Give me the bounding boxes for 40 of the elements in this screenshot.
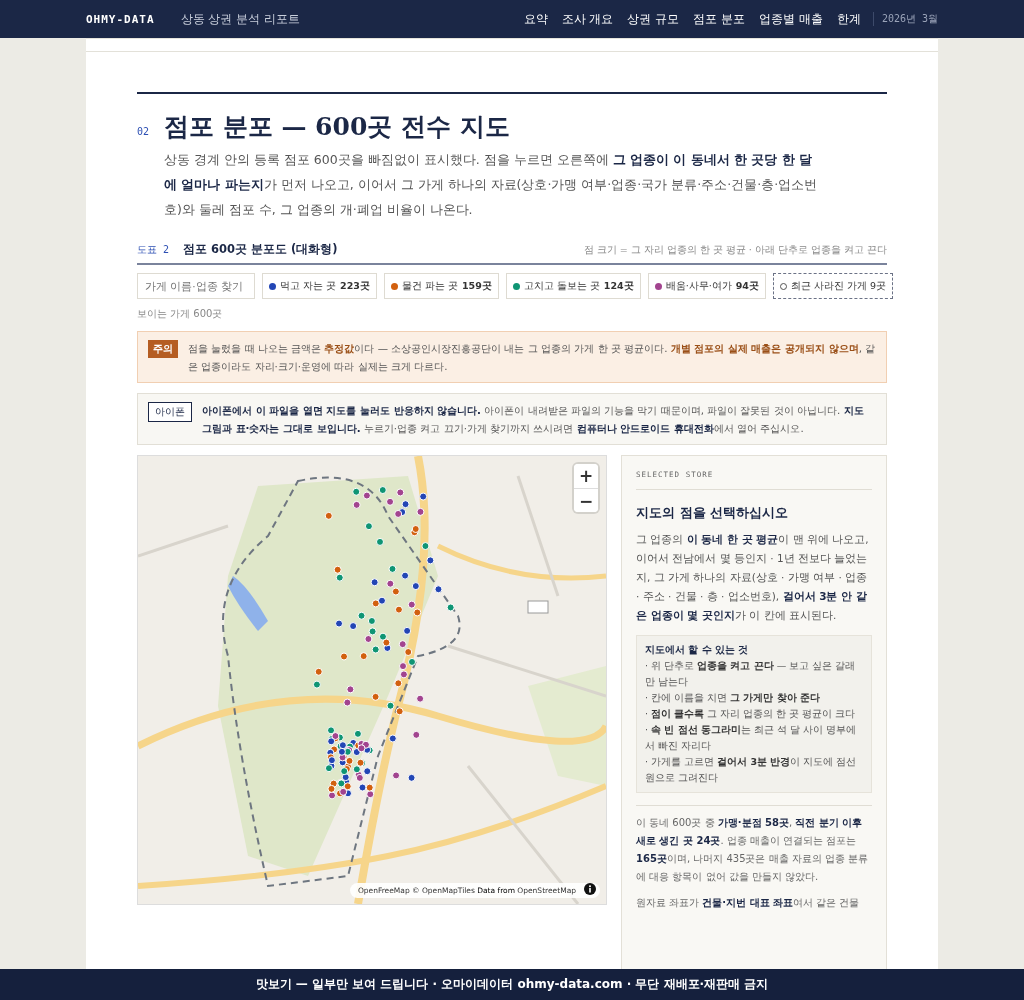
filter-chip[interactable]: 최근 사라진 가게 9곳 [772, 273, 894, 299]
search-field[interactable]: 가게 이름·업종 찾기 [137, 273, 255, 299]
tip-item: · 칸에 이름을 치면 그 가게만 찾아 준다 [645, 691, 822, 705]
notice-badge: 아이폰 [148, 402, 192, 422]
tip-item: · 속 빈 점선 동그라미는 최근 석 달 사이 명부에서 빠진 자리다 [645, 723, 858, 753]
panel-title: 지도의 점을 선택하십시오 [636, 504, 790, 522]
filter-chip[interactable]: 배움·사무·여가 94곳 [647, 273, 766, 299]
tips-title: 지도에서 할 수 있는 것 [645, 643, 750, 657]
nav-link[interactable]: 점포 분포 [693, 10, 746, 28]
tip-item: · 가게를 고르면 걸어서 3분 반경이 지도에 점선 원으로 그려진다 [645, 755, 858, 785]
preview-banner: 맛보기 — 일부만 보여 드립니다 · 오마이데이터 ohmy-data.com · 무단 재배포·재판매 금지 [0, 969, 1024, 1000]
nav-link[interactable]: 상권 규모 [627, 10, 680, 28]
tip-item: · 점이 클수록 그 자리 업종의 한 곳 평균이 크다 [645, 707, 857, 721]
filter-chip[interactable]: 고치고 돌보는 곳 124곳 [505, 273, 641, 299]
nav-link[interactable]: 업종별 매출 [759, 10, 823, 28]
nav-link[interactable]: 한계 [836, 10, 861, 28]
report-subtitle: 상동 상권 분석 리포트 [180, 10, 301, 28]
zoom-out-button[interactable]: − [574, 488, 598, 512]
panel-note: 이 동네 600곳 중 가맹·분점 58곳, 직전 분기 이후 새로 생긴 곳 24곳. 업종 매출이 연결되는 점포는 165곳이며, 나머지 435곳은 매출 자료의 업종 분류에 대응 항목이 없어 값을 만들지 않았다. [636, 816, 870, 884]
panel-text: 그 업종의 이 동네 한 곳 평균이 맨 위에 나오고, 이어서 전남에서 몇 등인지 · 1년 전보다 늘었는지, 그 가게 하나의 자료(상호 · 가맹 여부 · 업종 · 주소 · 건물 · 층 · 업소번호), 걸어서 3분 안 같은 업종이 몇 곳인지가 이 칸에 표시된다. [636, 532, 870, 623]
filter-chip[interactable]: 먹고 자는 곳 223곳 [262, 273, 377, 299]
notice-text: 아이폰에서 이 파일을 열면 지도를 눌러도 반응하지 않습니다. 아이폰이 내려받은 파일의 기능을 막기 때문이며, 파일이 잘못된 것이 아닙니다. 지도 그림과 표·숫자는 그대로 보입니다. 누르기·업종 켜고 끄기·가게 찾기까지 쓰시려면 컴퓨터나 안드로이드 휴대전화에서 열어 주십시오. [202, 403, 865, 436]
visible-count: 보이는 가게 600곳 [137, 307, 224, 321]
figure-label: 도표 2 [137, 243, 170, 257]
logo[interactable]: OHMY-DATA [86, 12, 155, 26]
nav-link[interactable]: 조사 개요 [561, 10, 614, 28]
notice-text: 점을 눌렀을 때 나오는 금액은 추정값이다 — 소상공인시장진흥공단이 내는 그 업종의 가게 한 곳 평균이다. 개별 점포의 실제 매출은 공개되지 않으며, 같은 업종이라도 자리·크기·운영에 따라 실제는 크게 다르다. [188, 341, 876, 374]
intro-paragraph: 상동 경계 안의 등록 점포 600곳을 빠짐없이 표시했다. 점을 누르면 오른쪽에 그 업종이 이 동네서 한 곳당 한 달에 얼마나 파는지가 먼저 나오고, 이어서 그 가게 하나의 자료(상호·가맹 여부·업종·국가 분류·주소·건물·층·업소번호)와 둘레 점포 수, 그 업종의 개·폐업 비율이 나온다. [164, 151, 819, 219]
info-icon[interactable] [584, 883, 596, 895]
section-number: 02 [137, 126, 150, 137]
section-title: 점포 분포 — 600곳 전수 지도 [164, 111, 510, 143]
map-markers-drawing[interactable] [312, 486, 455, 800]
filter-chip[interactable]: 물건 파는 곳 159곳 [383, 273, 499, 299]
figure-title: 점포 600곳 분포도 (대화형) [183, 242, 338, 257]
panel-note: 원자료 좌표가 건물·지번 대표 좌표여서 같은 건물 [636, 896, 861, 910]
tip-item: · 위 단추로 업종을 켜고 끈다 — 보고 싶은 갈래만 남는다 [645, 659, 857, 689]
nav-link[interactable]: 요약 [523, 10, 548, 28]
notice-badge: 주의 [148, 340, 178, 358]
report-date: 2026년 3월 [872, 12, 938, 26]
figure-note: 점 크기 = 그 자리 업종의 한 곳 평균 · 아래 단추로 업종을 켜고 끈다 [583, 244, 887, 257]
